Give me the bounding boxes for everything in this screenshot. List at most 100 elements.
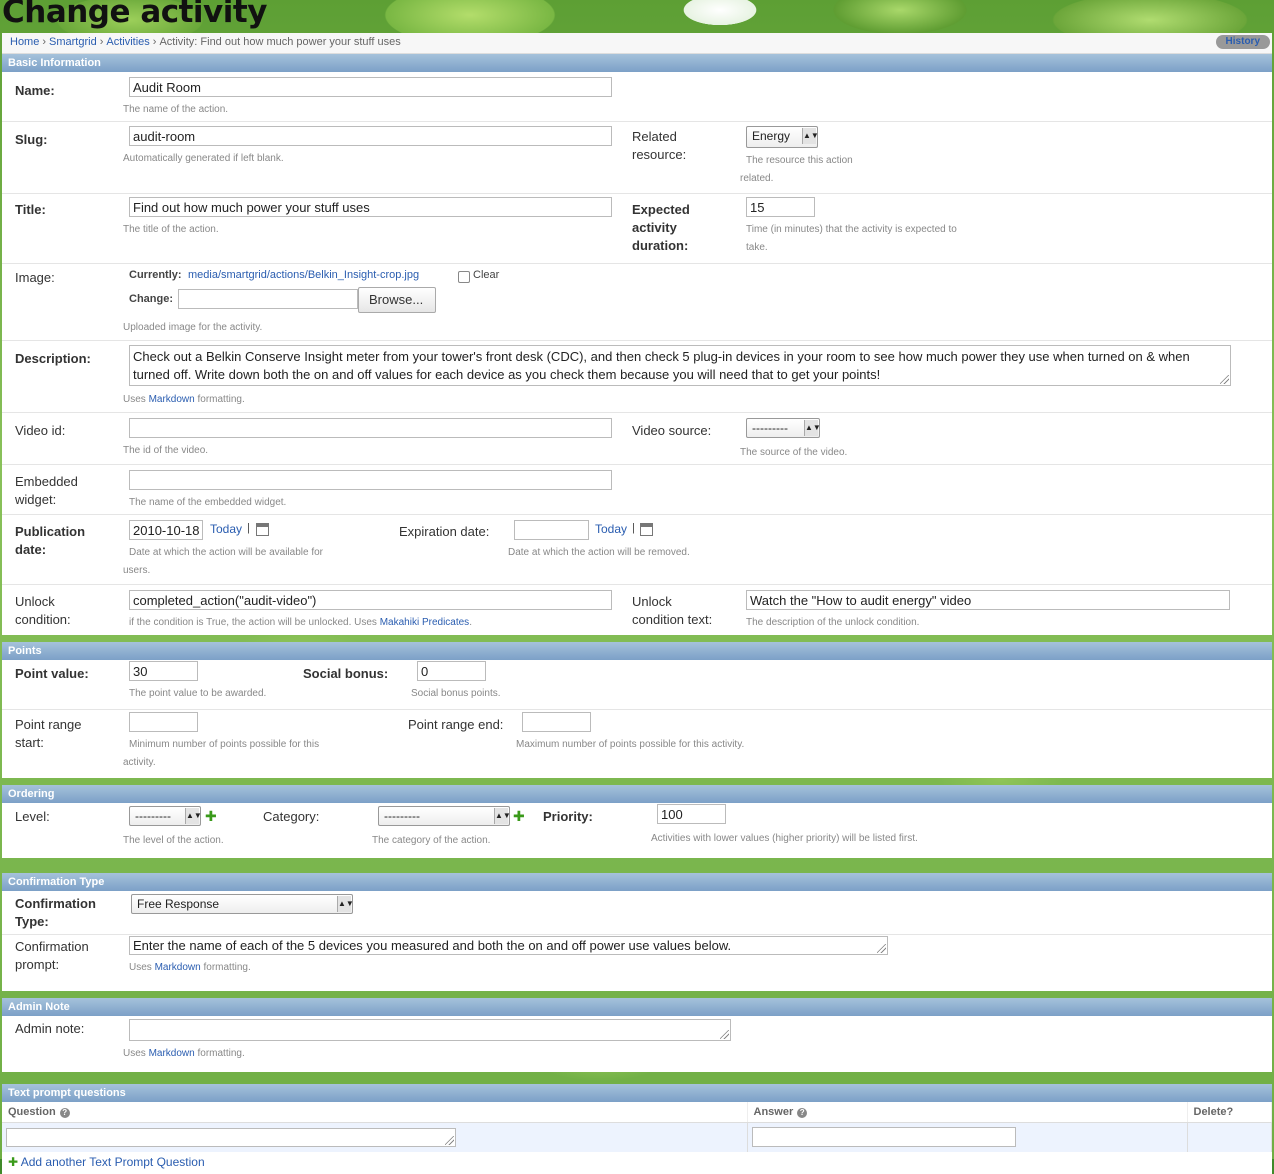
history-button[interactable]: History	[1215, 35, 1270, 49]
point-range-start-help-1: Minimum number of points possible for th…	[129, 739, 320, 750]
description-textarea[interactable]: Check out a Belkin Conserve Insight mete…	[129, 345, 1231, 386]
chevron-down-icon: ▲▼	[185, 808, 202, 824]
category-help: The category of the action.	[372, 835, 491, 846]
unlock-condition-input[interactable]	[129, 590, 612, 610]
breadcrumb-home[interactable]: Home	[10, 36, 39, 48]
duration-label-1: Expected	[632, 202, 690, 217]
resize-handle-icon[interactable]	[1220, 375, 1229, 384]
embedded-widget-input[interactable]	[129, 470, 612, 490]
chevron-down-icon: ▲▼	[804, 420, 821, 436]
unlock-condition-label-2: condition:	[15, 612, 71, 627]
breadcrumb-smartgrid[interactable]: Smartgrid	[49, 36, 97, 48]
confirmation-prompt-textarea[interactable]: Enter the name of each of the 5 devices …	[129, 936, 888, 955]
add-icon: ✚	[8, 1155, 19, 1169]
point-range-end-input[interactable]	[522, 712, 591, 732]
slug-help: Automatically generated if left blank.	[123, 153, 284, 164]
social-bonus-help: Social bonus points.	[411, 688, 501, 699]
image-currently-label: Currently:	[129, 269, 182, 281]
confirmation-prompt-row: Confirmation prompt: Enter the name of e…	[2, 935, 1272, 991]
admin-note-heading: Admin Note	[2, 998, 1272, 1016]
resize-handle-icon[interactable]	[877, 944, 886, 953]
unlock-text-input[interactable]	[746, 590, 1230, 610]
duration-label-2: activity	[632, 220, 677, 235]
add-category-icon[interactable]: ✚	[513, 809, 525, 823]
point-value-help: The point value to be awarded.	[129, 688, 267, 699]
breadcrumb: Home › Smartgrid › Activities › Activity: Find…	[2, 33, 1272, 54]
video-source-select[interactable]: --------- ▲▼	[746, 418, 821, 438]
breadcrumb-current: Activity: Find out how much power your s…	[159, 36, 401, 48]
basic-information-fieldset: Basic Information Name: The name of the …	[2, 54, 1272, 635]
points-heading: Points	[2, 642, 1272, 660]
publication-date-label-1: Publication	[15, 524, 86, 539]
related-resource-label-1: Related	[632, 129, 677, 144]
chevron-down-icon: ▲▼	[337, 896, 354, 912]
image-clear-checkbox[interactable]	[458, 271, 470, 283]
delete-cell	[1187, 1122, 1272, 1152]
expiration-date-help: Date at which the action will be removed…	[508, 547, 690, 558]
resize-handle-icon[interactable]	[720, 1030, 729, 1039]
add-text-prompt-link[interactable]: Add another Text Prompt Question	[21, 1155, 205, 1169]
related-resource-help-2: related.	[740, 173, 774, 184]
text-prompt-heading: Text prompt questions	[2, 1084, 1272, 1102]
browse-button[interactable]: Browse...	[358, 287, 436, 313]
duration-help-1: Time (in minutes) that the activity is e…	[746, 224, 957, 235]
name-input[interactable]	[129, 77, 612, 97]
point-range-row: Point range start: Minimum number of poi…	[2, 710, 1272, 778]
calendar-icon[interactable]	[640, 523, 653, 536]
publication-date-input[interactable]	[129, 520, 203, 540]
text-prompt-fieldset: Text prompt questions Question? Answer? …	[2, 1084, 1272, 1174]
level-select[interactable]: --------- ▲▼	[129, 806, 202, 826]
makahiki-predicates-link[interactable]: Makahiki Predicates	[380, 617, 469, 628]
text-prompt-table: Question? Answer? Delete?	[2, 1102, 1272, 1152]
ordering-heading: Ordering	[2, 785, 1272, 803]
unlock-text-help: The description of the unlock condition.	[746, 617, 920, 628]
point-range-end-help: Maximum number of points possible for th…	[516, 739, 745, 750]
markdown-link[interactable]: Markdown	[155, 962, 201, 973]
ordering-row: Level: --------- ▲▼ ✚ The level of the ac…	[2, 803, 1272, 858]
delete-column-header: Delete?	[1187, 1102, 1272, 1123]
calendar-icon[interactable]	[256, 523, 269, 536]
priority-input[interactable]	[657, 804, 726, 824]
ordering-fieldset: Ordering Level: --------- ▲▼ ✚ The level …	[2, 785, 1272, 858]
slug-input[interactable]	[129, 126, 612, 146]
confirmation-type-label-2: Type:	[15, 914, 49, 929]
name-row: Name: The name of the action.	[2, 72, 1272, 122]
publication-today-link[interactable]: Today	[210, 522, 242, 536]
question-column-header: Question?	[2, 1102, 748, 1123]
question-textarea[interactable]	[6, 1127, 456, 1147]
confirmation-type-label-1: Confirmation	[15, 896, 96, 911]
duration-input[interactable]	[746, 197, 815, 217]
expiration-date-input[interactable]	[514, 520, 589, 540]
resize-handle-icon[interactable]	[445, 1135, 454, 1145]
unlock-text-label-1: Unlock	[632, 594, 672, 609]
duration-help-2: take.	[746, 242, 768, 253]
confirmation-prompt-label-1: Confirmation	[15, 939, 89, 954]
level-help: The level of the action.	[123, 835, 224, 846]
main-content: Home › Smartgrid › Activities › Activity: Find…	[2, 33, 1272, 1174]
markdown-link[interactable]: Markdown	[149, 1048, 195, 1059]
video-id-help: The id of the video.	[123, 445, 209, 456]
category-select[interactable]: --------- ▲▼	[378, 806, 511, 826]
image-file-input[interactable]	[178, 289, 358, 309]
answer-input[interactable]	[751, 1127, 1016, 1148]
confirmation-heading: Confirmation Type	[2, 873, 1272, 891]
embedded-widget-help: The name of the embedded widget.	[129, 497, 287, 508]
related-resource-select[interactable]: Energy ▲▼	[746, 126, 819, 148]
image-label: Image:	[15, 270, 55, 285]
markdown-link[interactable]: Markdown	[149, 394, 195, 405]
title-input[interactable]	[129, 197, 612, 217]
add-level-icon[interactable]: ✚	[205, 809, 217, 823]
description-help: Uses Markdown formatting.	[123, 394, 245, 405]
video-id-input[interactable]	[129, 418, 612, 438]
image-clear-label: Clear	[473, 269, 500, 281]
social-bonus-input[interactable]	[417, 661, 486, 681]
point-range-start-input[interactable]	[129, 712, 198, 732]
expiration-today-link[interactable]: Today	[595, 522, 627, 536]
dates-row: Publication date: Today | Date at which …	[2, 515, 1272, 585]
image-help: Uploaded image for the activity.	[123, 322, 263, 333]
breadcrumb-activities[interactable]: Activities	[106, 36, 149, 48]
image-current-link[interactable]: media/smartgrid/actions/Belkin_Insight-c…	[188, 269, 419, 281]
confirmation-type-select[interactable]: Free Response ▲▼	[131, 894, 354, 914]
point-value-input[interactable]	[129, 661, 198, 681]
admin-note-textarea[interactable]	[129, 1019, 731, 1041]
